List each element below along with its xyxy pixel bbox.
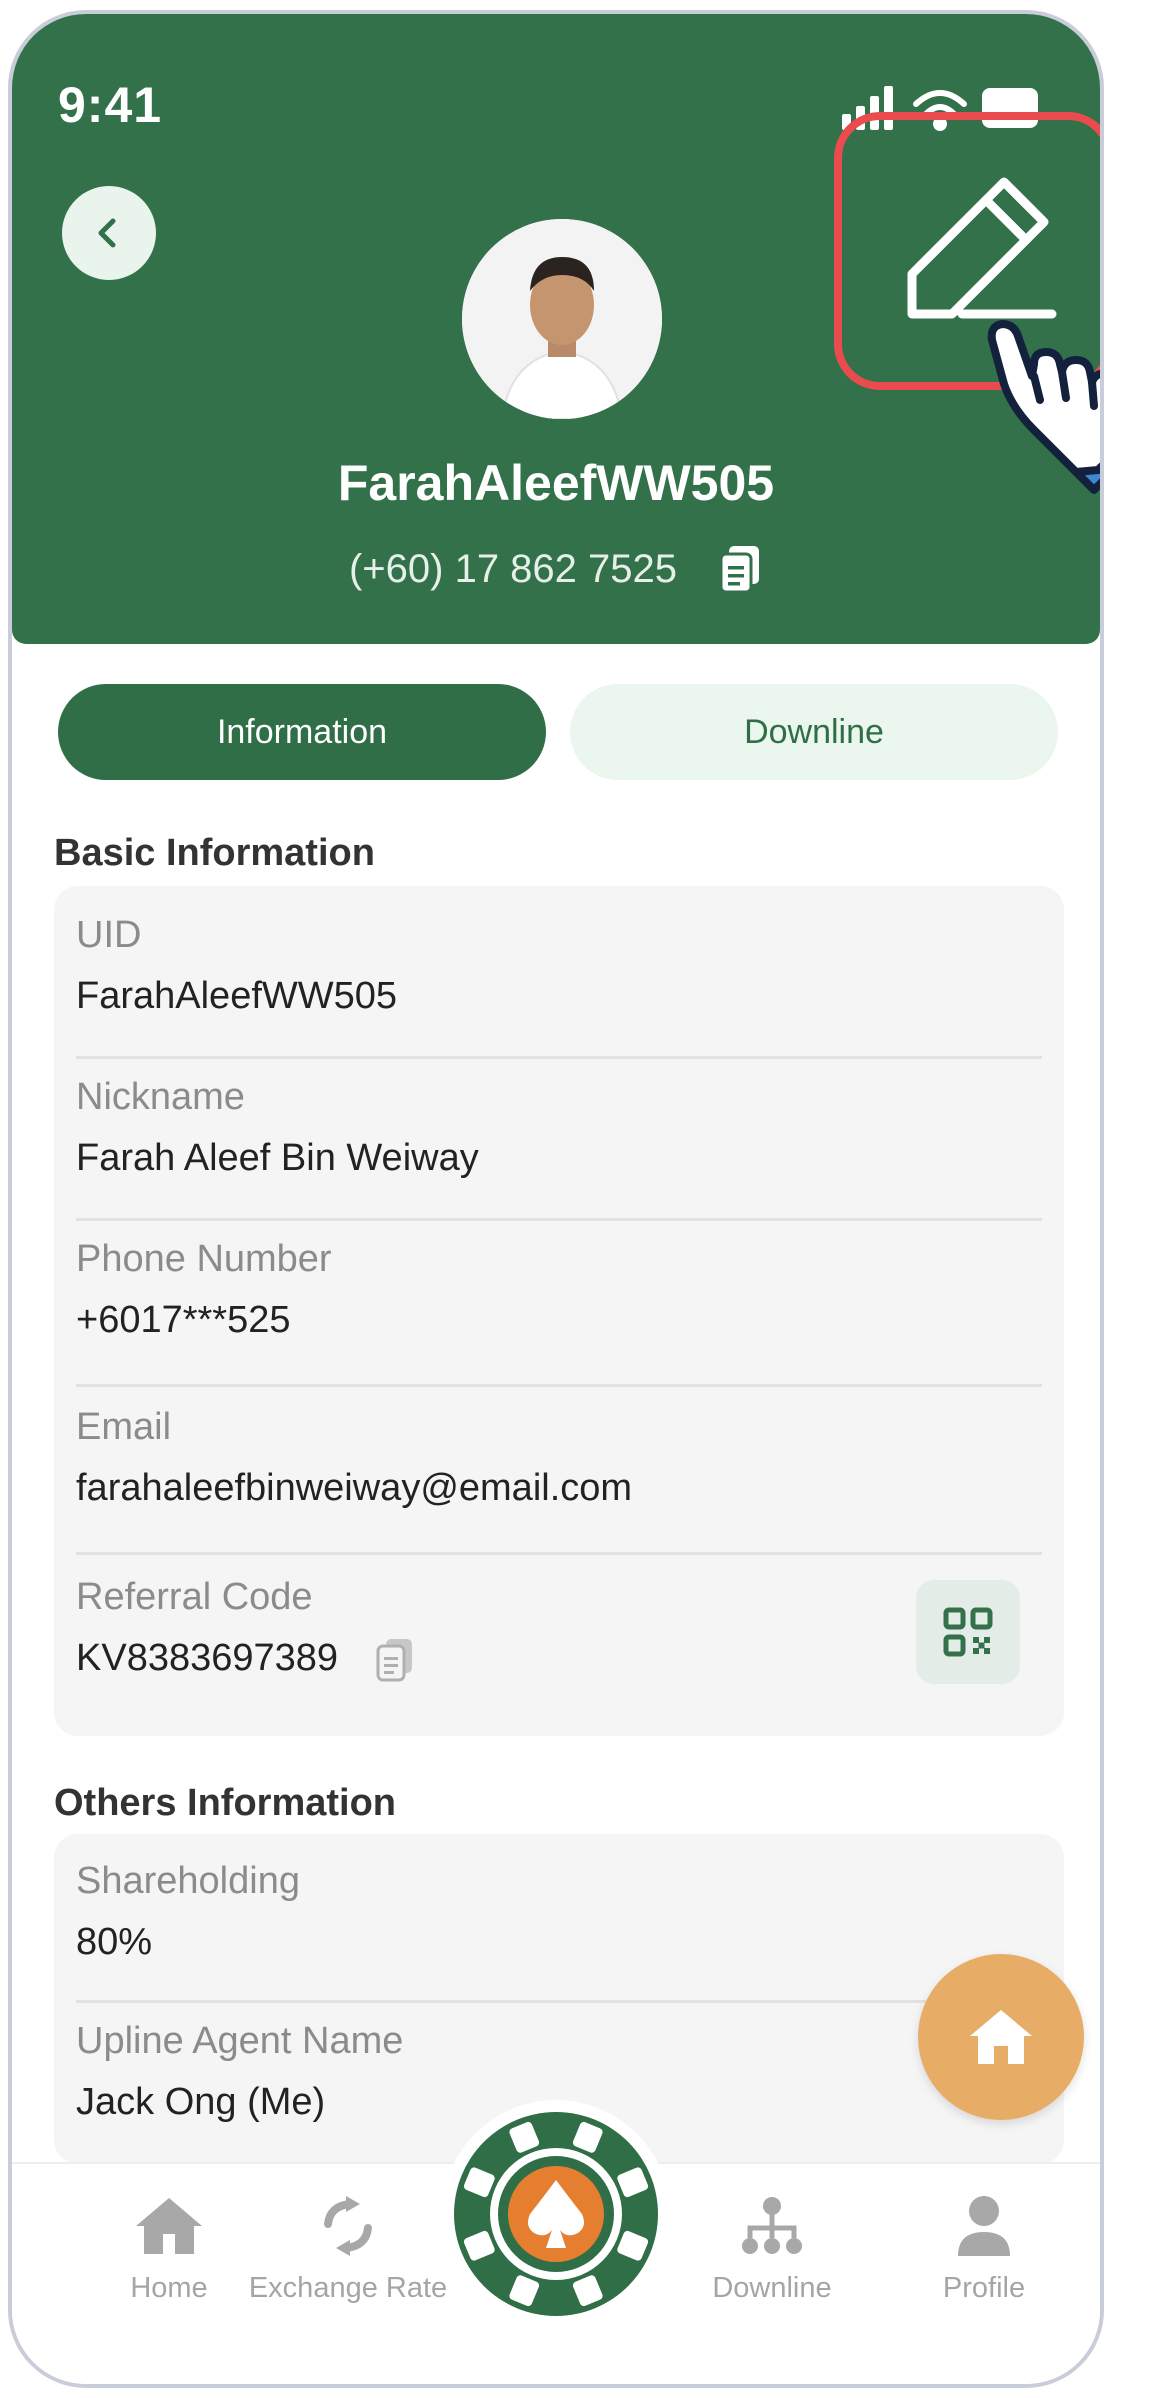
field-label: Shareholding (76, 1860, 300, 1902)
others-info-title: Others Information (54, 1782, 397, 1824)
phone-number-field: Phone Number +6017***525 (76, 1238, 1042, 1342)
field-value: farahaleefbinweiway@email.com (76, 1467, 633, 1509)
status-time: 9:41 (58, 77, 163, 133)
basic-info-title: Basic Information (54, 832, 375, 874)
field-label: Referral Code (76, 1576, 313, 1618)
field-value: Farah Aleef Bin Weiway (76, 1137, 479, 1179)
nav-profile[interactable]: Profile (884, 2194, 1084, 2305)
center-chip-button[interactable] (442, 2100, 670, 2328)
avatar-portrait (462, 219, 662, 419)
qr-code-icon (943, 1607, 993, 1657)
poker-chip-icon (454, 2112, 658, 2316)
basic-info-card: UID FarahAleefWW505 Nickname Farah Aleef… (54, 886, 1064, 1736)
divider (76, 1056, 1042, 1059)
tab-bar: Information Downline (58, 684, 1058, 780)
field-value-row: KV8383697389 (76, 1637, 1042, 1683)
referral-code-field: Referral Code KV8383697389 (76, 1576, 1042, 1683)
nav-home[interactable]: Home (69, 2194, 269, 2305)
chevron-left-icon (98, 218, 116, 248)
pointing-hand-icon (987, 320, 1100, 494)
field-value: 80% (76, 1921, 153, 1963)
nav-label: Downline (712, 2272, 832, 2304)
qr-code-button[interactable] (916, 1580, 1020, 1684)
email-field: Email farahaleefbinweiway@email.com (76, 1406, 1042, 1510)
home-icon (136, 2198, 202, 2254)
nav-label: Home (130, 2272, 208, 2304)
copy-icon[interactable] (375, 1637, 415, 1683)
divider (76, 1552, 1042, 1555)
field-label: Upline Agent Name (76, 2020, 404, 2062)
field-label: Phone Number (76, 1238, 332, 1280)
exchange-icon (324, 2196, 372, 2256)
profile-username: FarahAleefWW505 (337, 455, 775, 511)
hierarchy-icon (742, 2197, 802, 2254)
referral-code-value: KV8383697389 (76, 1637, 339, 1680)
phone-frame: 9:41 FarahAleefWW505 (+60) 17 862 7525 I… (8, 10, 1104, 2388)
nav-label: Profile (942, 2272, 1026, 2304)
home-icon (970, 2010, 1032, 2064)
field-value: +6017***525 (76, 1299, 291, 1341)
nav-exchange-rate[interactable]: Exchange Rate (248, 2194, 448, 2305)
uid-field: UID FarahAleefWW505 (76, 914, 1042, 1018)
field-value: FarahAleefWW505 (76, 975, 398, 1017)
copy-icon[interactable] (717, 544, 763, 594)
divider (76, 2000, 1042, 2003)
tab-information[interactable]: Information (58, 684, 546, 780)
person-icon (958, 2196, 1010, 2256)
field-label: Nickname (76, 1076, 245, 1118)
avatar (462, 219, 662, 419)
back-button[interactable] (62, 186, 156, 280)
home-fab-button[interactable] (918, 1954, 1084, 2120)
divider (76, 1218, 1042, 1221)
field-label: Email (76, 1406, 172, 1448)
nickname-field: Nickname Farah Aleef Bin Weiway (76, 1076, 1042, 1180)
divider (76, 1384, 1042, 1387)
tab-downline[interactable]: Downline (570, 684, 1058, 780)
profile-phone-row: (+60) 17 862 7525 (12, 544, 1100, 594)
nav-downline[interactable]: Downline (672, 2194, 872, 2305)
shareholding-field: Shareholding 80% (76, 1860, 1042, 1964)
profile-phone: (+60) 17 862 7525 (348, 546, 678, 591)
nav-label: Exchange Rate (248, 2272, 448, 2304)
field-label: UID (76, 914, 142, 956)
